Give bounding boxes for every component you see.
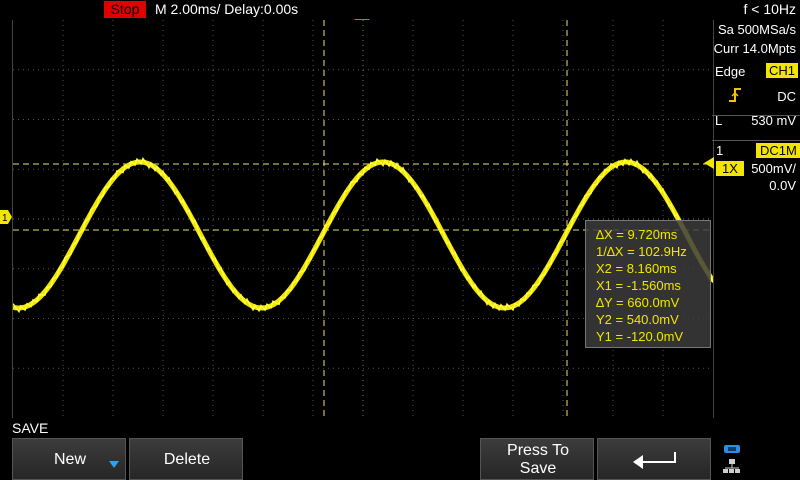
timebase-readout[interactable]: M 2.00ms/ Delay:0.00s [155, 1, 298, 18]
sample-rate: Sa 500MSa/s [717, 22, 796, 37]
probe-ratio[interactable]: 1X [716, 161, 744, 176]
delete-button[interactable]: Delete [129, 438, 243, 480]
delete-button-label: Delete [163, 451, 211, 468]
trigger-type[interactable]: Edge [715, 64, 755, 79]
cursor-x1: X1 = -1.560ms [596, 278, 681, 293]
waveform-display[interactable] [12, 20, 714, 418]
rising-edge-icon [729, 88, 741, 102]
divider [712, 115, 800, 116]
frequency-counter: f < 10Hz [743, 1, 796, 17]
cursor-y1: Y1 = -120.0mV [596, 329, 684, 344]
channel1-ground-marker[interactable]: 1 [0, 210, 12, 224]
cursor-x2: X2 = 8.160ms [596, 261, 677, 276]
cursor-delta-x: ∆X = 9.720ms [596, 227, 678, 242]
back-button[interactable] [597, 438, 711, 480]
press-to-save-label: Press To Save [507, 442, 569, 477]
channel-number: 1 [716, 143, 724, 158]
vertical-offset[interactable]: 0.0V [769, 178, 796, 193]
run-stop-indicator[interactable]: Stop [104, 1, 146, 18]
trigger-source[interactable]: CH1 [765, 63, 798, 78]
channel-coupling[interactable]: DC1M [756, 143, 800, 158]
press-to-save-button[interactable]: Press To Save [480, 438, 594, 480]
cursor-delta-y: ∆Y = 660.0mV [596, 295, 680, 310]
network-icon[interactable] [722, 443, 744, 475]
return-arrow-icon [633, 452, 676, 469]
right-info-panel: Sa 500MSa/s Curr 14.0Mpts Edge CH1 DC L … [712, 20, 800, 418]
vertical-scale[interactable]: 500mV/ [751, 161, 796, 176]
trigger-coupling[interactable]: DC [752, 89, 796, 104]
svg-text:1: 1 [2, 213, 8, 224]
channel1-info[interactable]: 1 DC1M 1X 500mV/ 0.0V [712, 141, 800, 195]
cursor-readout-panel: ∆X = 9.720ms 1/∆X = 102.9Hz X2 = 8.160ms… [585, 220, 711, 348]
cursor-inv-delta-x: 1/∆X = 102.9Hz [596, 244, 687, 259]
memory-depth: Curr 14.0Mpts [713, 41, 796, 56]
cursor-y2: Y2 = 540.0mV [596, 312, 679, 327]
new-button[interactable]: New [12, 438, 126, 480]
menu-title: SAVE [12, 420, 49, 436]
graticule [13, 20, 713, 418]
top-status-bar: Stop M 2.00ms/ Delay:0.00s f < 10Hz [0, 0, 800, 20]
chevron-down-icon [109, 461, 119, 468]
